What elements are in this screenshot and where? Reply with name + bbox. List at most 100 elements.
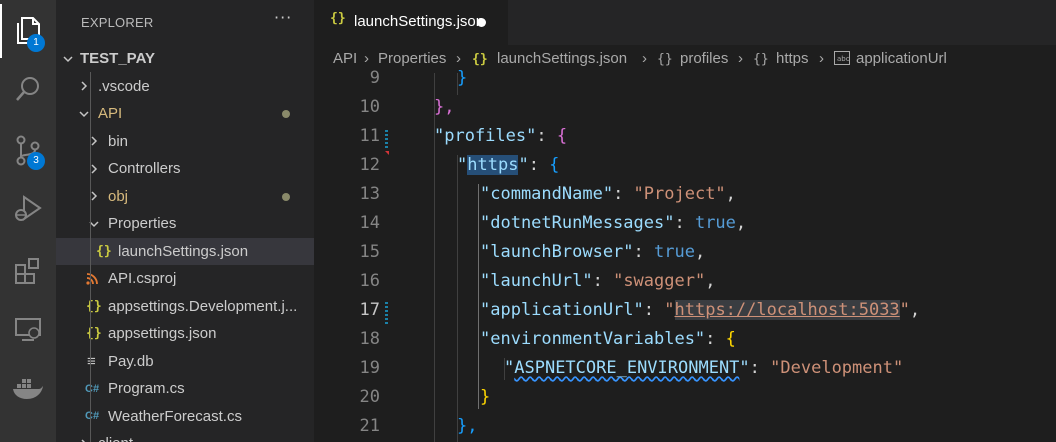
- brace: {: [549, 155, 560, 175]
- object-icon: {}: [657, 52, 673, 67]
- extensions-activity[interactable]: [0, 244, 56, 298]
- brace: {: [556, 126, 568, 146]
- json-key: "dotnetRunMessages": [480, 213, 675, 233]
- line-number: 18: [359, 329, 380, 349]
- tree-label: launchSettings.json: [118, 242, 249, 260]
- json-key: "commandName": [480, 184, 614, 204]
- remote-explorer-activity[interactable]: [0, 302, 56, 356]
- tree-label: Controllers: [108, 160, 181, 177]
- tree-root-test-pay[interactable]: TEST_PAY: [56, 45, 314, 73]
- tree-folder-api[interactable]: API: [56, 100, 314, 128]
- code-line-13: "commandName": "Project",: [480, 184, 736, 204]
- tree-label: TEST_PAY: [80, 50, 156, 67]
- code-line-19: "ASPNETCORE_ENVIRONMENT": "Development": [504, 358, 904, 378]
- vscode-window: 1 3 EXPLORER ··· TEST_PAY .vscode API bi…: [0, 0, 1056, 442]
- highlighted-word: https: [467, 155, 519, 175]
- url-link[interactable]: https://localhost:5033: [674, 300, 900, 320]
- tree-folder-bin[interactable]: bin: [56, 128, 314, 156]
- gutter-change-marker: [385, 302, 388, 324]
- brace: },: [457, 416, 478, 436]
- tab-launchsettings[interactable]: {} launchSettings.json: [314, 0, 508, 45]
- breadcrumb: API › Properties › {} launchSettings.jso…: [314, 45, 1056, 73]
- explorer-header: EXPLORER ···: [56, 0, 314, 45]
- code-line-21: },: [457, 416, 477, 436]
- tree-label: Pay.db: [108, 352, 154, 370]
- modified-dot: [282, 110, 290, 118]
- chevron-right-icon: ›: [642, 50, 647, 67]
- chevron-right-icon: ›: [456, 50, 461, 67]
- json-file-icon: {}: [330, 11, 346, 26]
- docker-activity[interactable]: [0, 362, 56, 416]
- json-file-icon: {}: [86, 326, 102, 341]
- line-number: 20: [359, 387, 380, 407]
- line-number: 11: [359, 126, 380, 146]
- chevron-right-icon: ›: [364, 50, 369, 67]
- docker-icon: [13, 379, 43, 399]
- json-key: "applicationUrl": [480, 300, 644, 320]
- line-number: 14: [359, 213, 380, 233]
- tree-label: Properties: [108, 215, 177, 232]
- breadcrumb-item-https[interactable]: https: [776, 50, 809, 67]
- search-activity[interactable]: [0, 62, 56, 116]
- unsaved-dot-icon[interactable]: [477, 18, 486, 27]
- csharp-file-icon: C#: [85, 382, 100, 395]
- run-debug-icon: [15, 195, 42, 221]
- string-property-icon: abc: [834, 51, 850, 69]
- code-line-15: "launchBrowser": true,: [480, 242, 706, 262]
- tree-folder-properties[interactable]: Properties: [56, 210, 314, 238]
- tree-file-weatherforecast-cs[interactable]: C# WeatherForecast.cs: [56, 403, 314, 431]
- breadcrumb-item-applicationurl[interactable]: applicationUrl: [856, 50, 947, 67]
- tree-label: API: [98, 105, 123, 122]
- tree-file-appsettings-development[interactable]: {} appsettings.Development.j...: [56, 293, 314, 321]
- json-key: "https": [457, 155, 529, 175]
- tree-file-api-csproj[interactable]: API.csproj: [56, 265, 314, 293]
- line-number: 15: [359, 242, 380, 262]
- tree-file-program-cs[interactable]: C# Program.cs: [56, 375, 314, 403]
- json-string: "Development": [770, 358, 904, 378]
- explorer-activity[interactable]: 1: [0, 4, 56, 58]
- editor-area: {} launchSettings.json API › Properties …: [314, 0, 1056, 442]
- code-line-11: "profiles": {: [434, 126, 568, 146]
- source-control-activity[interactable]: 3: [0, 124, 56, 178]
- more-actions-button[interactable]: ···: [274, 8, 292, 27]
- json-file-icon: {}: [472, 52, 488, 67]
- line-number: 10: [359, 97, 380, 117]
- breadcrumb-item-api[interactable]: API: [333, 50, 357, 67]
- chevron-right-icon: ›: [738, 50, 743, 67]
- tree-label: WeatherForecast.cs: [108, 407, 242, 425]
- breadcrumb-item-profiles[interactable]: profiles: [680, 50, 728, 67]
- svg-text:abc: abc: [837, 55, 850, 63]
- json-key: "launchBrowser": [480, 242, 634, 262]
- tree-folder-client[interactable]: client: [56, 430, 314, 442]
- json-file-icon: {}: [86, 298, 102, 314]
- indent-guide: [457, 155, 458, 442]
- tree-file-appsettings[interactable]: {} appsettings.json: [56, 320, 314, 348]
- code-line-17: "applicationUrl": "https://localhost:503…: [480, 300, 921, 320]
- tree-folder-vscode[interactable]: .vscode: [56, 73, 314, 101]
- tree-file-pay-db[interactable]: ≡ Pay.db: [56, 348, 314, 376]
- code-line-10: },: [434, 97, 454, 117]
- line-number: 19: [359, 358, 380, 378]
- indent-guide-active: [478, 184, 479, 409]
- line-number: 12: [359, 155, 380, 175]
- line-number: 9: [369, 68, 380, 88]
- tree-file-launchsettings[interactable]: {} launchSettings.json: [56, 237, 314, 265]
- run-debug-activity[interactable]: [0, 182, 56, 236]
- json-string: "swagger": [613, 271, 706, 291]
- breadcrumb-item-properties[interactable]: Properties: [378, 50, 446, 67]
- activity-bar: 1 3: [0, 0, 56, 442]
- brace: },: [434, 97, 455, 117]
- chevron-right-icon: [86, 155, 102, 182]
- tree-folder-obj[interactable]: obj: [56, 183, 314, 211]
- code-editor[interactable]: 9 10 11 12 13 14 15 16 17 18 19 20 21 }: [314, 68, 1056, 442]
- tree-folder-controllers[interactable]: Controllers: [56, 155, 314, 183]
- tree-indent-guide: [90, 72, 91, 442]
- code-line-12: "https": {: [457, 155, 560, 175]
- chevron-down-icon: [86, 210, 102, 237]
- spelling-warning: ASPNETCORE_ENVIRONMENT: [514, 358, 740, 378]
- code-line-16: "launchUrl": "swagger",: [480, 271, 716, 291]
- tree-label: bin: [108, 132, 129, 150]
- breadcrumb-item-launchsettings[interactable]: launchSettings.json: [497, 50, 627, 67]
- chevron-down-icon: [60, 45, 76, 72]
- gutter-delete-marker: [385, 151, 389, 155]
